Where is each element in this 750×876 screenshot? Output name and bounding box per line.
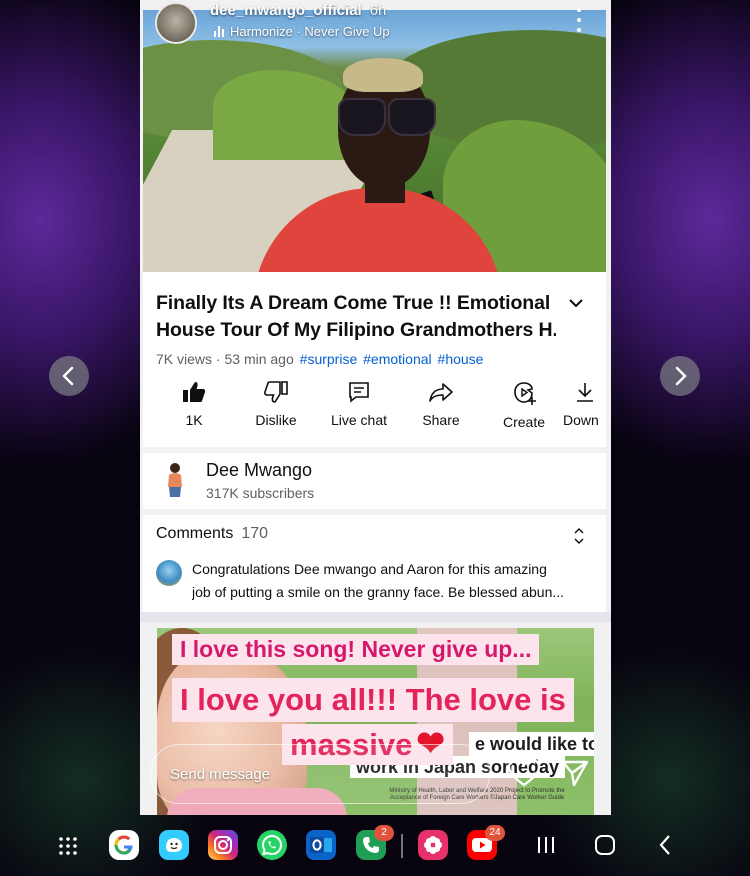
notification-badge: 24	[485, 825, 505, 841]
comments-section[interactable]: Comments 170 Congratulations Dee mwango a…	[143, 515, 606, 607]
notification-badge: 2	[374, 825, 394, 841]
thumbs-up-icon	[183, 382, 206, 402]
sunglasses-left	[338, 98, 386, 136]
divider	[140, 612, 611, 622]
story-time: 6h	[369, 2, 387, 19]
download-label: Down	[563, 412, 599, 428]
story-username[interactable]: dee_mwango_official	[210, 2, 362, 19]
whatsapp-icon[interactable]	[257, 830, 287, 860]
chevron-down-icon[interactable]	[568, 296, 584, 310]
comment-line: job of putting a smile on the granny fac…	[192, 584, 565, 600]
expand-collapse-icon[interactable]	[573, 527, 585, 545]
video-title-line: Finally Its A Dream Come True !! Emotion…	[156, 292, 551, 314]
thumbs-down-icon	[264, 381, 288, 403]
caption: e would like to	[469, 732, 594, 756]
share-arrow-icon	[429, 383, 453, 402]
hashtag[interactable]: #house	[438, 351, 484, 367]
live-chat-button[interactable]: Live chat	[319, 380, 399, 428]
hashtag[interactable]: #emotional	[363, 351, 432, 367]
send-icon[interactable]	[560, 758, 590, 788]
download-icon	[577, 383, 593, 402]
chevron-left-icon	[62, 366, 74, 386]
video-title-line: House Tour Of My Filipino Grandmothers H…	[156, 319, 556, 341]
sunglasses-right	[388, 98, 436, 136]
recent-apps-icon[interactable]	[536, 834, 556, 856]
hashtag[interactable]: #surprise	[300, 351, 358, 367]
next-story-button[interactable]	[660, 356, 700, 396]
home-icon[interactable]	[594, 834, 616, 856]
video-meta: 7K views · 53 min ago #surprise #emotion…	[156, 351, 484, 367]
download-button[interactable]: Down	[563, 380, 606, 428]
channel-name[interactable]: Dee Mwango	[206, 460, 312, 481]
apps-grid-icon[interactable]	[58, 836, 78, 856]
flower-icon[interactable]	[418, 830, 448, 860]
caption: I love this song! Never give up...	[172, 634, 540, 665]
person-hair	[343, 58, 423, 92]
comment-line: Congratulations Dee mwango and Aaron for…	[192, 561, 547, 577]
live-chat-label: Live chat	[330, 412, 388, 428]
story-header: dee_mwango_official 6h Harmonize · Never …	[140, 0, 611, 52]
waze-icon[interactable]	[159, 830, 189, 860]
action-bar: 1K Dislike Live chat Share Create Down	[143, 380, 606, 440]
music-bars-icon	[214, 26, 224, 37]
video-title[interactable]: Finally Its A Dream Come True !! Emotion…	[156, 290, 556, 344]
more-options-icon[interactable]	[576, 8, 582, 32]
chat-icon	[349, 382, 369, 403]
video-info-card: Finally Its A Dream Come True !! Emotion…	[143, 272, 606, 612]
outlook-icon[interactable]	[306, 830, 336, 860]
heart-icon[interactable]	[507, 758, 541, 788]
subscriber-count: 317K subscribers	[206, 485, 315, 501]
back-icon[interactable]	[657, 834, 673, 856]
share-button[interactable]: Share	[401, 380, 481, 428]
comments-header: Comments 170	[156, 525, 268, 543]
create-icon	[514, 382, 536, 405]
create-label: Create	[502, 414, 546, 430]
upload-age: 53 min ago	[224, 351, 294, 367]
commenter-avatar	[156, 560, 182, 586]
like-count: 1K	[185, 412, 203, 428]
comments-heading: Comments	[156, 525, 234, 542]
youtube-icon[interactable]: 24	[467, 825, 505, 860]
dislike-label: Dislike	[255, 412, 297, 428]
top-comment: Congratulations Dee mwango and Aaron for…	[192, 558, 594, 604]
channel-row[interactable]: Dee Mwango 317K subscribers	[143, 453, 606, 509]
taskbar: 2 24	[0, 820, 750, 876]
dock-divider	[401, 834, 403, 858]
like-button[interactable]: 1K	[154, 380, 234, 428]
view-count: 7K views	[156, 351, 213, 367]
previous-story-button[interactable]	[49, 356, 89, 396]
instagram-icon[interactable]	[208, 830, 238, 860]
story-music[interactable]: Harmonize · Never Give Up	[214, 24, 390, 39]
phone-icon[interactable]: 2	[356, 825, 394, 860]
google-icon[interactable]	[109, 830, 139, 860]
story-avatar[interactable]	[155, 2, 197, 44]
channel-avatar[interactable]	[161, 461, 189, 499]
story-frame[interactable]: dee_mwango_official 6h Harmonize · Never …	[140, 0, 611, 815]
comments-count: 170	[241, 525, 269, 542]
share-label: Share	[422, 412, 460, 428]
music-label: Harmonize · Never Give Up	[230, 24, 390, 39]
dislike-button[interactable]: Dislike	[236, 380, 316, 428]
create-button[interactable]: Create	[484, 380, 564, 430]
chevron-right-icon	[675, 366, 687, 386]
story-user-line: dee_mwango_official 6h	[210, 2, 386, 19]
send-message-placeholder: Send message	[170, 766, 271, 783]
caption: I love you all!!! The love is	[172, 678, 574, 722]
